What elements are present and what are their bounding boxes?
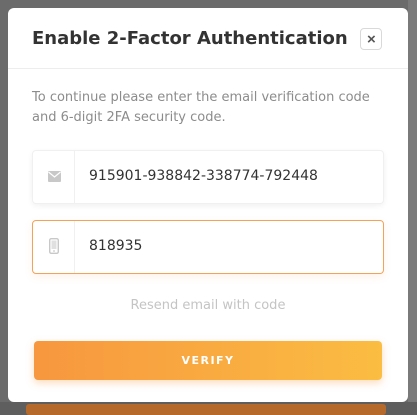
security-code-value[interactable]: 818935 bbox=[89, 238, 142, 254]
email-field-icon-box bbox=[33, 151, 75, 203]
modal-header: Enable 2-Factor Authentication × bbox=[8, 8, 408, 69]
page-backdrop bbox=[408, 0, 417, 415]
security-code-field[interactable]: 818935 bbox=[32, 220, 384, 274]
close-button[interactable]: × bbox=[360, 28, 382, 50]
email-code-field[interactable]: 915901-938842-338774-792448 bbox=[32, 150, 384, 204]
verify-button[interactable]: VERIFY bbox=[34, 341, 382, 380]
instruction-text: To continue please enter the email verif… bbox=[32, 90, 370, 125]
two-factor-modal: Enable 2-Factor Authentication × To cont… bbox=[8, 8, 408, 402]
email-code-value[interactable]: 915901-938842-338774-792448 bbox=[89, 168, 318, 184]
envelope-icon bbox=[48, 171, 61, 182]
resend-email-link[interactable]: Resend email with code bbox=[32, 298, 384, 313]
security-field-icon-box bbox=[33, 221, 75, 273]
phone-icon bbox=[49, 238, 59, 254]
modal-title: Enable 2-Factor Authentication bbox=[32, 28, 348, 49]
background-button-peek bbox=[26, 404, 386, 415]
